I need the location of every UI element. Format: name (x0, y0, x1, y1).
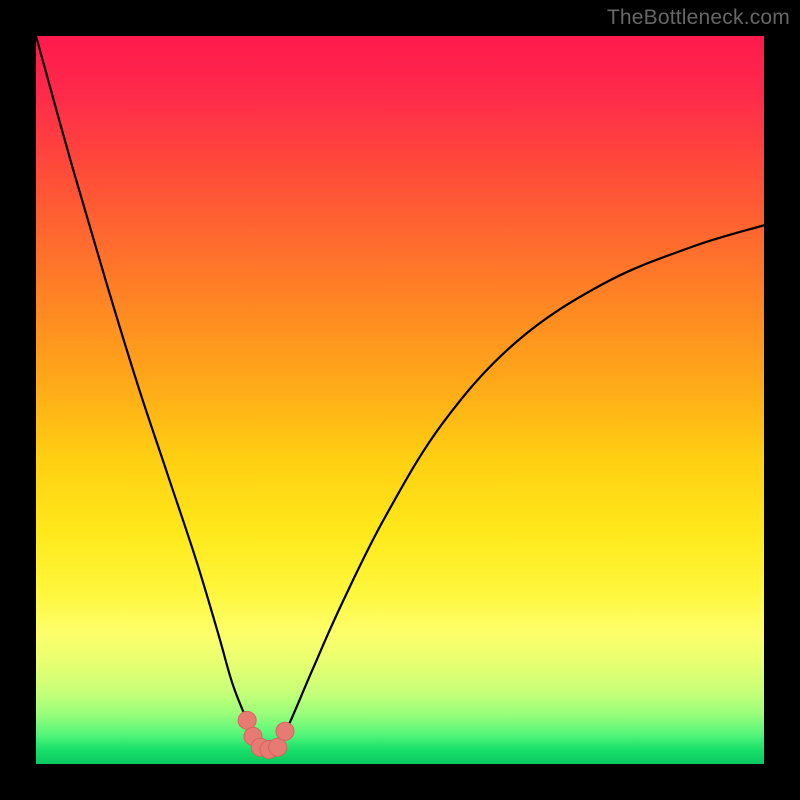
bottleneck-chart (36, 36, 764, 764)
chart-frame: TheBottleneck.com (0, 0, 800, 800)
optimal-marker (238, 711, 256, 729)
bottleneck-curve (36, 36, 764, 749)
optimal-markers (238, 711, 294, 758)
optimal-marker (269, 738, 287, 756)
plot-area (36, 36, 764, 764)
watermark-text: TheBottleneck.com (607, 6, 790, 30)
optimal-marker (276, 722, 294, 740)
